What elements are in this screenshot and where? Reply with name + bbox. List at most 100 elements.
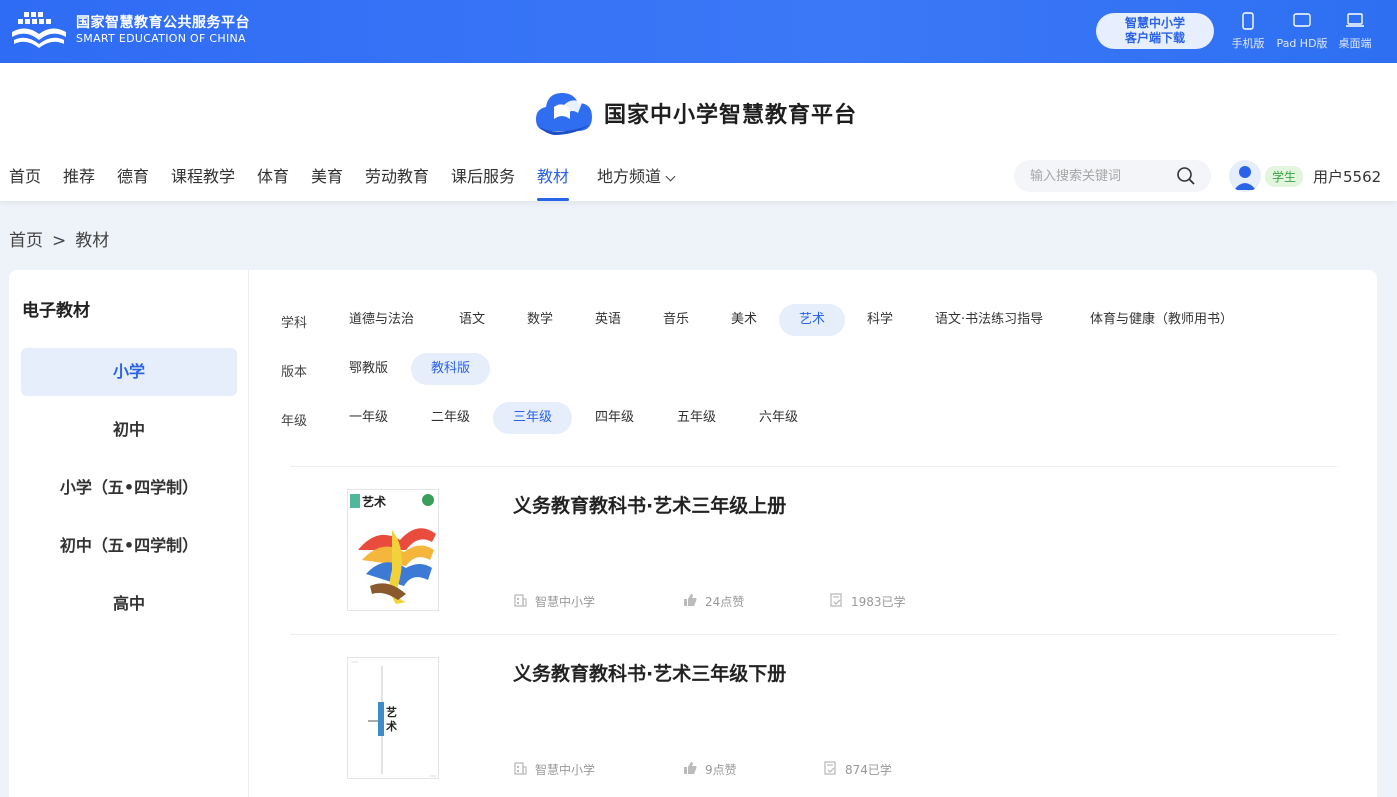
svg-text:艺: 艺 — [386, 705, 397, 719]
filter-option[interactable]: 体育与健康（教师用书） — [1070, 304, 1253, 336]
book-learned-label: 1983已学 — [851, 595, 906, 609]
filter-option[interactable]: 数学 — [507, 304, 573, 336]
client-download-button[interactable]: 智慧中小学 客户端下载 — [1096, 13, 1214, 49]
book-cover[interactable]: 艺术 — [347, 489, 439, 611]
book-source: 智慧中小学 — [513, 761, 595, 778]
thumbs-up-icon — [683, 593, 697, 610]
download-line2: 客户端下载 — [1124, 31, 1185, 45]
filter-option[interactable]: 五年级 — [657, 402, 736, 434]
role-badge: 学生 — [1265, 165, 1304, 187]
platform-logo-icon — [10, 10, 68, 50]
sidebar-title: 电子教材 — [22, 301, 90, 321]
filter-label-subject: 学科 — [281, 316, 308, 331]
nav-home[interactable]: 首页 — [9, 163, 41, 201]
book-source-label: 智慧中小学 — [535, 595, 596, 609]
sidebar: 电子教材 小学 初中 小学（五•四学制） 初中（五•四学制） 高中 — [9, 270, 249, 797]
book-likes: 9点赞 — [683, 761, 737, 778]
book-source-label: 智慧中小学 — [535, 763, 596, 777]
nav-recommend[interactable]: 推荐 — [63, 163, 95, 201]
book-learned: 874已学 — [823, 761, 892, 778]
user-menu[interactable]: 学生 用户5562 — [1229, 159, 1381, 193]
device-desktop-label: 桌面端 — [1338, 37, 1372, 50]
sidebar-item-primary-54[interactable]: 小学（五•四学制） — [21, 464, 237, 512]
nav-labor[interactable]: 劳动教育 — [365, 163, 429, 201]
sidebar-item-senior[interactable]: 高中 — [21, 580, 237, 628]
book-item[interactable]: 艺术 义务教育教科书·艺术三年级上册 智慧中小学 24点赞 1983已学 — [290, 467, 1337, 635]
breadcrumb-current: 教材 — [75, 231, 110, 251]
book-likes-label: 9点赞 — [705, 763, 737, 777]
book-title[interactable]: 义务教育教科书·艺术三年级下册 — [513, 659, 786, 686]
book-likes-label: 24点赞 — [705, 595, 745, 609]
filter-row-subject: 学科 道德与法治 语文 数学 英语 音乐 美术 艺术 科学 语文·书法练习指导 … — [249, 304, 1377, 336]
platform-name: 国家智慧教育公共服务平台 — [76, 15, 250, 31]
site-header: 国家中小学智慧教育平台 首页 推荐 德育 课程教学 体育 美育 劳动教育 课后服… — [0, 63, 1397, 201]
laptop-icon — [1334, 12, 1376, 32]
breadcrumb-separator: > — [52, 231, 67, 251]
brand-logo[interactable]: 国家中小学智慧教育平台 — [534, 85, 857, 141]
building-icon — [513, 761, 527, 778]
search-input[interactable] — [1030, 166, 1170, 186]
filter-option[interactable]: 英语 — [575, 304, 641, 336]
nav-local-channel[interactable]: 地方频道 — [597, 163, 676, 201]
book-learned-label: 874已学 — [845, 763, 892, 777]
breadcrumb-home[interactable]: 首页 — [9, 231, 43, 251]
chevron-down-icon — [665, 171, 676, 182]
filter-option[interactable]: 二年级 — [411, 402, 490, 434]
nav-afterschool[interactable]: 课后服务 — [451, 163, 515, 201]
filter-option[interactable]: 鄂教版 — [329, 353, 408, 385]
svg-text:艺术: 艺术 — [362, 494, 386, 509]
user-name[interactable]: 用户5562 — [1313, 166, 1381, 187]
book-item[interactable]: 艺 术 义务教育教科书·艺术三年级下册 智慧中小学 9点赞 874已学 — [290, 635, 1337, 797]
device-desktop[interactable]: 桌面端 — [1334, 12, 1376, 51]
book-learned: 1983已学 — [829, 593, 906, 610]
filter-option[interactable]: 语文·书法练习指导 — [915, 304, 1063, 336]
sidebar-item-junior-54[interactable]: 初中（五•四学制） — [21, 522, 237, 570]
nav-textbooks[interactable]: 教材 — [528, 163, 578, 201]
device-phone-label: 手机版 — [1231, 37, 1265, 50]
document-check-icon — [829, 593, 843, 610]
filter-option[interactable]: 美术 — [711, 304, 777, 336]
svg-text:术: 术 — [385, 719, 397, 733]
filter-option[interactable]: 科学 — [847, 304, 913, 336]
document-check-icon — [823, 761, 837, 778]
book-title[interactable]: 义务教育教科书·艺术三年级上册 — [513, 491, 786, 518]
filter-option[interactable]: 六年级 — [739, 402, 818, 434]
filter-option-active[interactable]: 教科版 — [411, 353, 491, 385]
cloud-book-icon — [534, 85, 596, 141]
nav-local-channel-label: 地方频道 — [597, 167, 662, 186]
filter-option-active[interactable]: 艺术 — [779, 304, 846, 336]
filter-option-active[interactable]: 三年级 — [493, 402, 573, 434]
filter-option[interactable]: 四年级 — [575, 402, 654, 434]
nav-courses[interactable]: 课程教学 — [171, 163, 235, 201]
book-likes: 24点赞 — [683, 593, 744, 610]
nav-moral[interactable]: 德育 — [117, 163, 149, 201]
filter-row-grade: 年级 一年级 二年级 三年级 四年级 五年级 六年级 — [249, 402, 1377, 434]
nav-sports[interactable]: 体育 — [257, 163, 289, 201]
filter-label-grade: 年级 — [281, 414, 308, 429]
book-source: 智慧中小学 — [513, 593, 595, 610]
top-banner: 国家智慧教育公共服务平台 SMART EDUCATION OF CHINA 智慧… — [0, 0, 1397, 63]
nav-arts[interactable]: 美育 — [311, 163, 343, 201]
avatar[interactable] — [1229, 160, 1261, 192]
filter-row-edition: 版本 鄂教版 教科版 — [249, 353, 1377, 385]
sidebar-item-junior[interactable]: 初中 — [21, 406, 237, 454]
filter-option[interactable]: 语文 — [439, 304, 505, 336]
filter-option[interactable]: 音乐 — [643, 304, 709, 336]
platform-name-en: SMART EDUCATION OF CHINA — [76, 32, 246, 45]
download-line1: 智慧中小学 — [1124, 16, 1185, 30]
brand-title: 国家中小学智慧教育平台 — [604, 102, 858, 128]
phone-icon — [1229, 12, 1267, 32]
filter-option[interactable]: 道德与法治 — [329, 304, 434, 336]
thumbs-up-icon — [683, 761, 697, 778]
building-icon — [513, 593, 527, 610]
device-pad[interactable]: Pad HD版 — [1272, 12, 1332, 51]
search-icon[interactable] — [1176, 166, 1196, 190]
device-phone[interactable]: 手机版 — [1229, 12, 1267, 51]
search-box — [1014, 160, 1211, 192]
platform-logo[interactable]: 国家智慧教育公共服务平台 SMART EDUCATION OF CHINA — [10, 10, 250, 50]
breadcrumb: 首页 > 教材 — [9, 226, 118, 251]
sidebar-item-primary[interactable]: 小学 — [21, 348, 237, 396]
filter-option[interactable]: 一年级 — [329, 402, 408, 434]
filter-label-edition: 版本 — [281, 365, 308, 380]
book-cover[interactable]: 艺 术 — [347, 657, 439, 779]
